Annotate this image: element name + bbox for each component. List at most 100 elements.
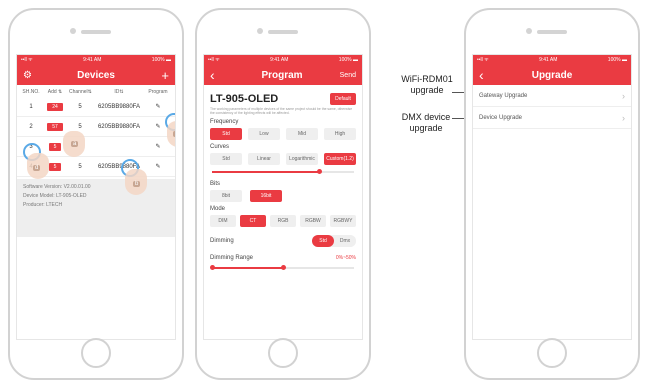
status-bar: ••ll ᯤ 9:41 AM 100% ▬ [473, 55, 631, 65]
column-header-shno[interactable]: SH.NO. [21, 89, 41, 95]
dimming-option-dmx[interactable]: Dmx [334, 235, 356, 247]
front-camera [526, 28, 532, 34]
mode-option-ct[interactable]: CT [240, 215, 266, 227]
chevron-right-icon: › [622, 90, 625, 101]
mode-option-rgbwy[interactable]: RGBWY [330, 215, 356, 227]
signal-indicator: ••ll ᯤ [21, 57, 33, 63]
page-title: Program [261, 69, 303, 81]
frequency-option-std[interactable]: Std [210, 128, 242, 140]
row-number: 2 [29, 123, 33, 130]
front-camera [70, 28, 76, 34]
curve-slider-knob[interactable] [316, 169, 322, 174]
status-time: 9:41 AM [83, 57, 102, 63]
phone-program: ••ll ᯤ 9:41 AM 100% ▬ ‹ Program Send LT-… [195, 8, 371, 380]
device-upgrade-label: Device Upgrade [479, 114, 523, 121]
home-button[interactable] [537, 338, 567, 368]
status-time: 9:41 AM [539, 57, 558, 63]
bits-option-8bit[interactable]: 8bit [210, 190, 242, 202]
status-bar: ••ll ᯤ 9:41 AM 100% ▬ [204, 55, 362, 65]
dimming-range-value: 0%~50% [335, 255, 356, 261]
page-title: Devices [77, 69, 115, 81]
frequency-option-high[interactable]: High [324, 128, 356, 140]
mode-option-rgb[interactable]: RGB [270, 215, 296, 227]
dimming-range-slider[interactable] [210, 265, 354, 270]
curve-option-custom[interactable]: Custom(1.2) [324, 153, 356, 165]
dimming-range-fill [212, 267, 283, 269]
home-button[interactable] [81, 338, 111, 368]
column-header-id[interactable]: ID⇅ [91, 89, 147, 95]
consistency-note: The working parameters of multiple devic… [210, 107, 353, 115]
speaker [537, 30, 567, 34]
home-button[interactable] [268, 338, 298, 368]
gateway-upgrade-label: Gateway Upgrade [479, 92, 528, 99]
curve-slider-fill [212, 171, 319, 173]
back-chevron-icon[interactable]: ‹ [479, 67, 499, 83]
screen-upgrade: ••ll ᯤ 9:41 AM 100% ▬ ‹ Upgrade Gateway … [472, 54, 632, 340]
curve-option-logarithmic[interactable]: Logarithmic [286, 153, 318, 165]
frequency-label: Frequency [210, 119, 239, 125]
column-header-add[interactable]: Add ⇅ [41, 89, 69, 95]
phone-upgrade: ••ll ᯤ 9:41 AM 100% ▬ ‹ Upgrade Gateway … [464, 8, 640, 380]
address-field[interactable]: 57 [47, 122, 63, 131]
battery-indicator: 100% ▬ [151, 57, 171, 63]
dimming-option-std[interactable]: Std [312, 235, 334, 247]
mode-option-rgbw[interactable]: RGBW [300, 215, 326, 227]
bits-label: Bits [210, 181, 221, 187]
channel-value: 5 [78, 103, 82, 110]
edit-pencil-icon[interactable]: ✎ [147, 143, 169, 150]
frequency-option-mid[interactable]: Mid [286, 128, 318, 140]
screen-devices: ••ll ᯤ 9:41 AM 100% ▬ ⚙ Devices + SH.NO.… [16, 54, 176, 340]
edit-pencil-icon[interactable]: ✎ [147, 103, 169, 110]
mode-option-dim[interactable]: DIM [210, 215, 236, 227]
column-header-program: Program [148, 89, 168, 95]
software-version: Software Version: V2.00.01.00 [23, 184, 91, 190]
dimming-range-knob-min[interactable] [210, 265, 215, 270]
row-number: 1 [29, 103, 33, 110]
screen-program: ••ll ᯤ 9:41 AM 100% ▬ ‹ Program Send LT-… [203, 54, 363, 340]
nav-bar: ‹ Upgrade [473, 65, 631, 85]
address-field[interactable]: 24 [47, 102, 63, 111]
gesture-letter: c [173, 131, 175, 137]
battery-indicator: 100% ▬ [607, 57, 627, 63]
device-upgrade-item[interactable]: Device Upgrade › [473, 107, 631, 129]
frequency-option-low[interactable]: Low [248, 128, 280, 140]
gateway-upgrade-item[interactable]: Gateway Upgrade › [473, 85, 631, 107]
speaker [268, 30, 298, 34]
curve-option-linear[interactable]: Linear [248, 153, 280, 165]
signal-indicator: ••ll ᯤ [208, 57, 220, 63]
dimming-range-knob-max[interactable] [281, 265, 286, 270]
back-chevron-icon[interactable]: ‹ [210, 67, 230, 83]
callout-dmx-upgrade: DMX device upgrade [401, 112, 451, 133]
status-bar: ••ll ᯤ 9:41 AM 100% ▬ [17, 55, 175, 65]
bits-option-16bit[interactable]: 16bit [250, 190, 282, 202]
channel-value: 5 [78, 163, 82, 170]
curve-slider[interactable] [212, 169, 354, 174]
settings-gear-icon[interactable]: ⚙ [23, 70, 43, 81]
device-info-panel: Software Version: V2.00.01.00 Device Mod… [17, 179, 175, 237]
edit-pencil-icon[interactable]: ✎ [147, 163, 169, 170]
column-header-channel[interactable]: Channel⇅ [69, 89, 92, 95]
mode-label: Mode [210, 206, 226, 212]
gesture-letter: d [33, 165, 41, 171]
send-button[interactable]: Send [334, 72, 356, 79]
channel-value: 5 [78, 123, 82, 130]
curve-option-std[interactable]: Std [210, 153, 242, 165]
status-time: 9:41 AM [270, 57, 289, 63]
front-camera [257, 28, 263, 34]
dimming-toggle[interactable]: Std Dmx [312, 235, 356, 247]
address-field[interactable]: 5 [48, 142, 62, 151]
nav-bar: ⚙ Devices + [17, 65, 175, 85]
table-row[interactable]: 2 57 5 6205BB9880FA ✎ [17, 117, 175, 137]
table-row[interactable]: 1 24 5 6205BB9880FA ✎ [17, 97, 175, 117]
gesture-letter: a [71, 141, 79, 147]
nav-bar: ‹ Program Send [204, 65, 362, 85]
phone-devices: ••ll ᯤ 9:41 AM 100% ▬ ⚙ Devices + SH.NO.… [8, 8, 184, 380]
dimming-range-label: Dimming Range [210, 255, 254, 261]
curves-label: Curves [210, 144, 230, 150]
gesture-letter: b [133, 181, 141, 187]
default-button[interactable]: Default [330, 93, 356, 105]
producer: Producer: LTECH [23, 202, 63, 208]
chevron-right-icon: › [622, 112, 625, 123]
address-field[interactable]: 5 [48, 162, 62, 171]
add-device-plus-icon[interactable]: + [149, 68, 169, 83]
